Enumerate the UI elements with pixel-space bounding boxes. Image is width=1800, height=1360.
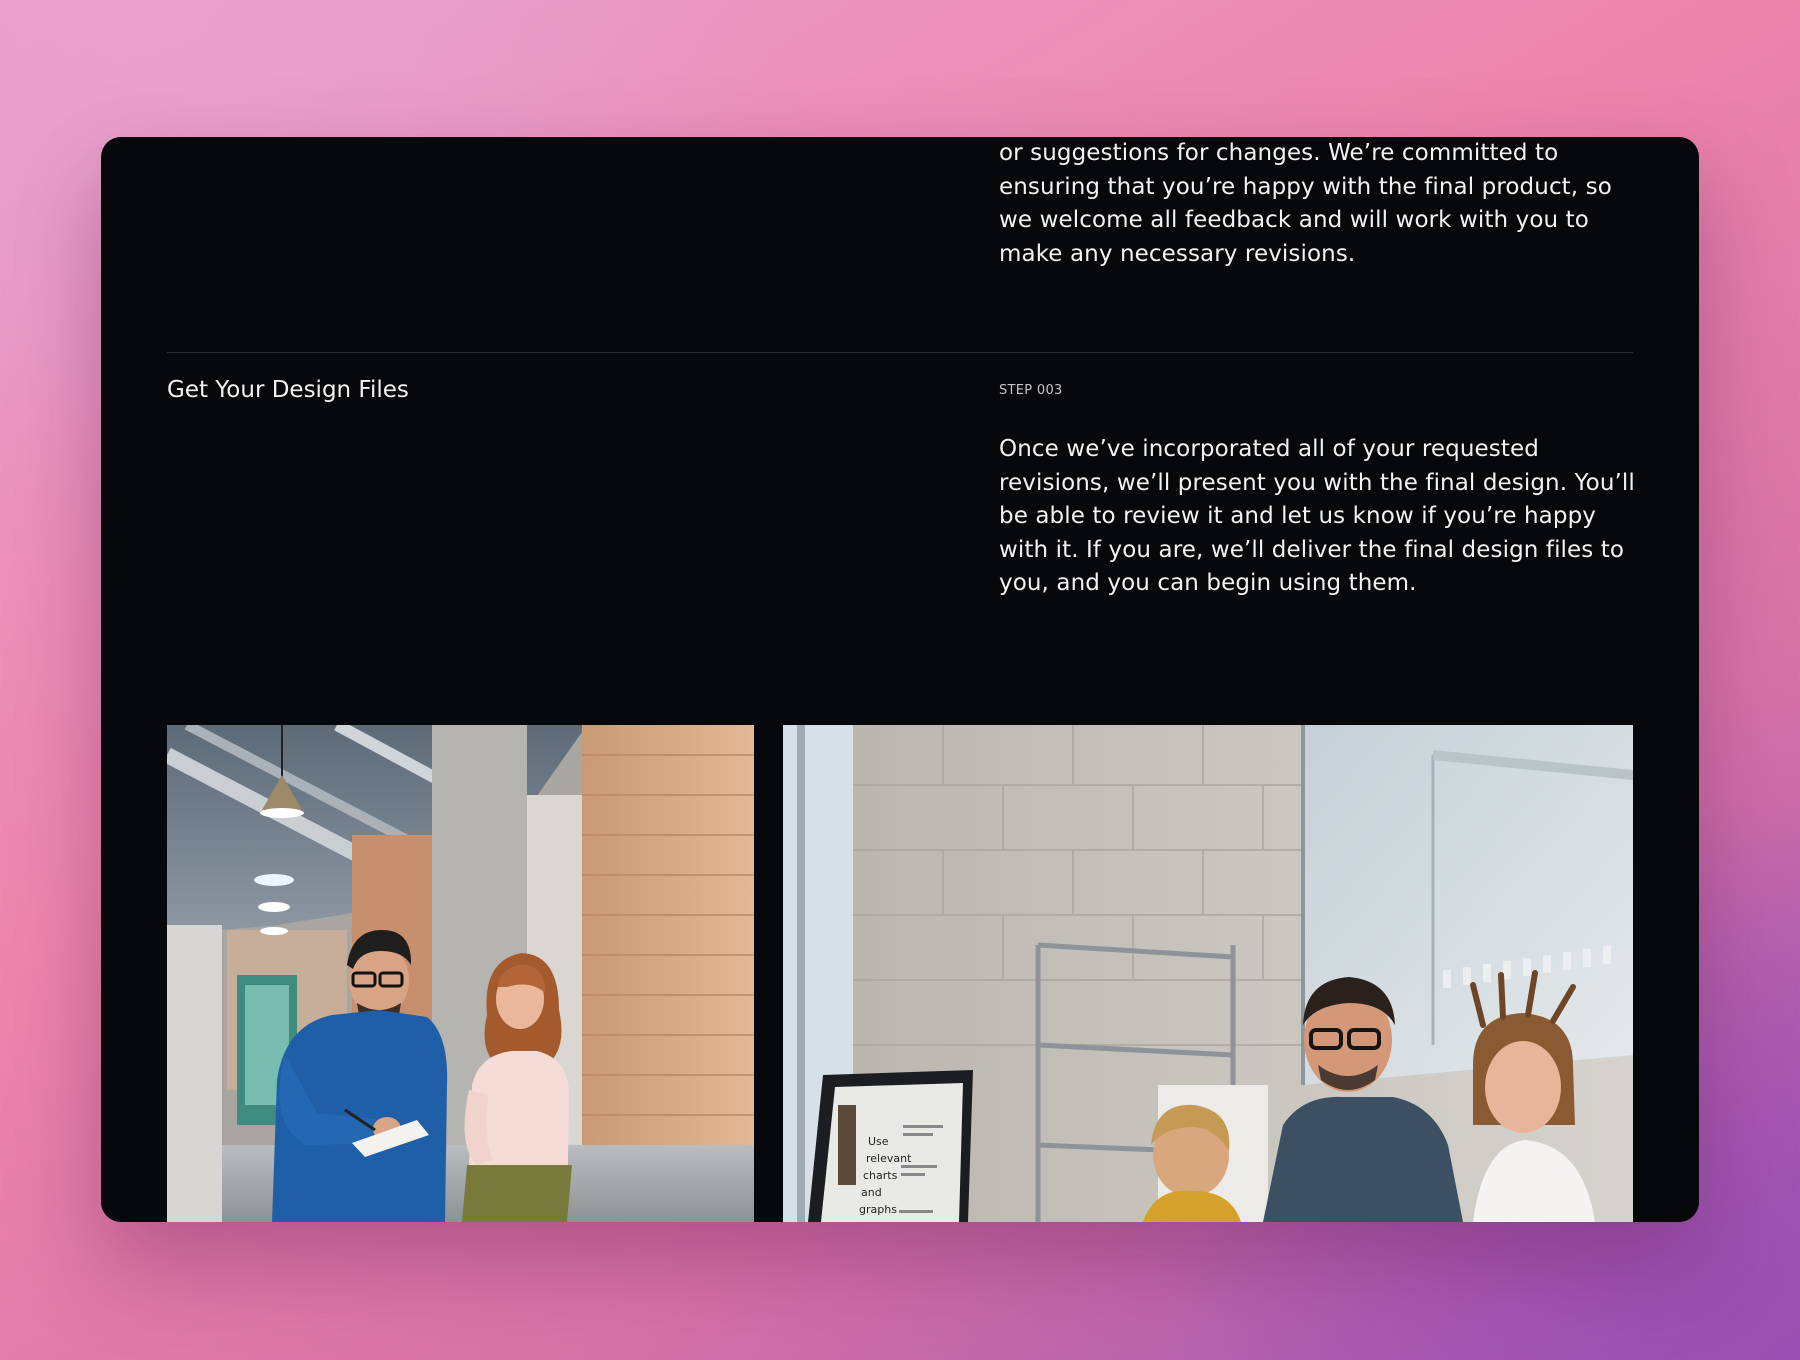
- step-description: Once we’ve incorporated all of your requ…: [999, 436, 1635, 596]
- section-divider: [167, 352, 1633, 353]
- step-number: STEP 003: [999, 383, 1063, 398]
- laptop-screen-text-2: relevant: [866, 1152, 912, 1165]
- laptop-screen-text-3: charts: [863, 1169, 898, 1182]
- laptop-screen-text-4: and: [861, 1186, 882, 1199]
- previous-step-description: or suggestions for changes. We’re commit…: [999, 140, 1612, 267]
- laptop-screen-text-5: graphs: [859, 1203, 897, 1216]
- photo-team-laptop: Use relevant charts and graphs: [783, 725, 1633, 1222]
- content-window: or suggestions for changes. We’re commit…: [101, 137, 1699, 1222]
- laptop-screen-text-1: Use: [868, 1135, 889, 1148]
- team-photo-illustration: Use relevant charts and graphs: [783, 725, 1633, 1222]
- photo-hallway-meeting: [167, 725, 754, 1222]
- step-title: Get Your Design Files: [167, 377, 409, 403]
- hallway-photo-illustration: [167, 725, 754, 1222]
